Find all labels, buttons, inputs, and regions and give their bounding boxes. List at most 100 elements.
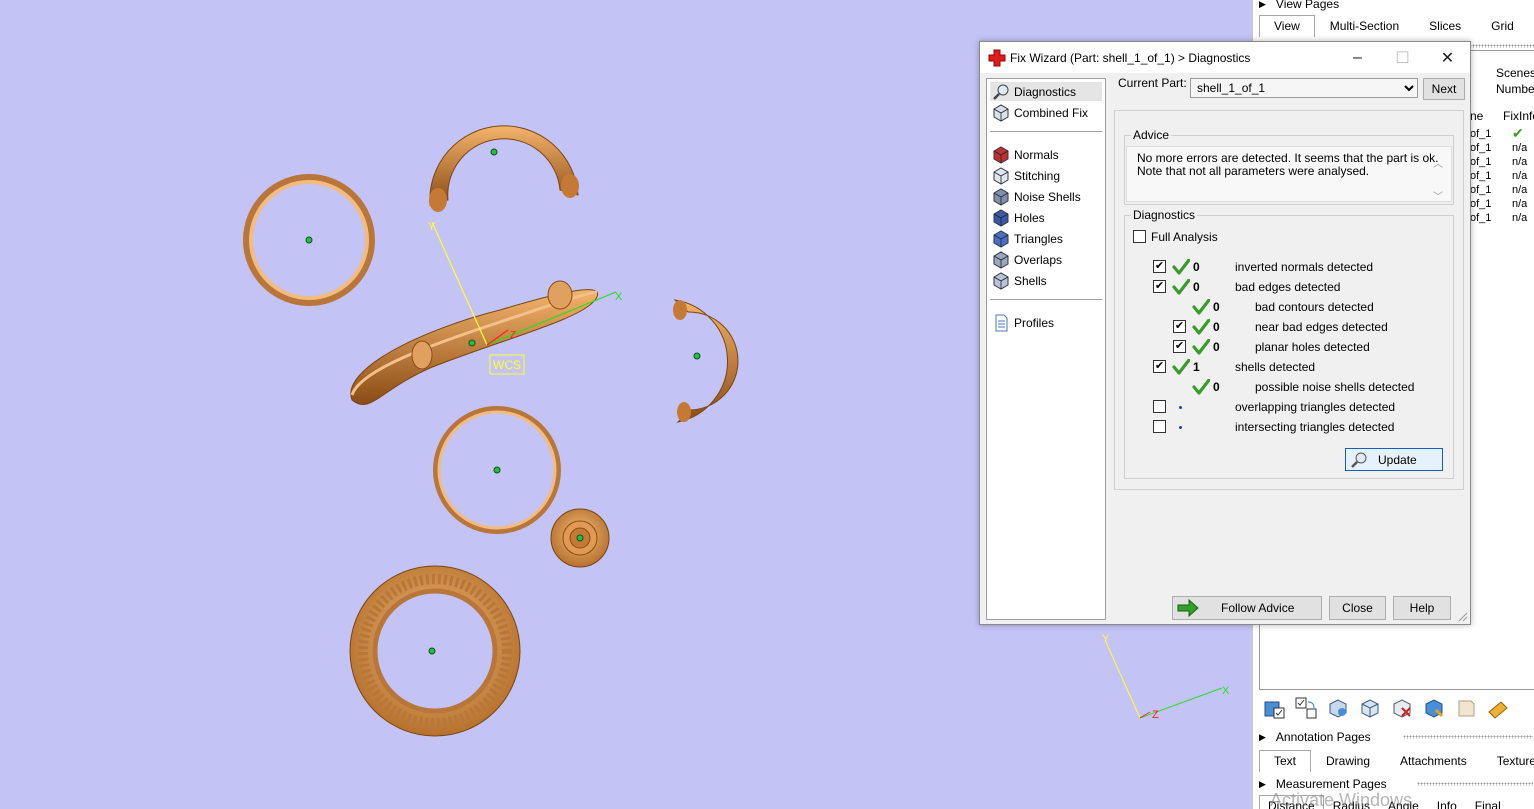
close-button[interactable]: Close	[1329, 596, 1386, 620]
diagnostic-checkbox[interactable]: ✔	[1153, 280, 1166, 293]
magnifier-icon	[992, 83, 1010, 101]
nav-item-label: Combined Fix	[1014, 105, 1089, 120]
view-pages-label: View Pages	[1275, 0, 1340, 11]
diagnostic-label: near bad edges detected	[1255, 320, 1388, 334]
part-row-name[interactable]: of_1	[1470, 212, 1491, 224]
tab-drawing[interactable]: Drawing	[1311, 750, 1385, 772]
resize-grip-icon[interactable]	[1458, 612, 1468, 622]
follow-advice-button[interactable]: Follow Advice	[1172, 596, 1322, 620]
tab-final-part[interactable]: Final Part	[1466, 795, 1534, 809]
shells-cube-icon[interactable]	[1357, 695, 1383, 721]
tab-text[interactable]: Text	[1259, 750, 1312, 772]
nav-item-normals[interactable]: Normals	[990, 145, 1102, 164]
diagnostic-checkbox[interactable]: ✔	[1153, 260, 1166, 273]
advice-title: Advice	[1131, 128, 1172, 142]
nav-item-label: Stitching	[1014, 168, 1061, 183]
nav-item-combined-fix[interactable]: Combined Fix	[990, 103, 1102, 122]
advice-line-1: No more errors are detected. It seems th…	[1137, 151, 1439, 165]
view-pages-header[interactable]: ▶ View Pages	[1259, 0, 1339, 12]
diagnostic-label: intersecting triangles detected	[1235, 420, 1395, 434]
tab-textures[interactable]: Textures	[1482, 750, 1534, 772]
parts-cube-icon[interactable]	[1325, 695, 1351, 721]
tab-multi-section[interactable]: Multi-Section	[1315, 15, 1414, 37]
close-window-button[interactable]: ✕	[1425, 42, 1470, 73]
help-button[interactable]: Help	[1393, 596, 1451, 620]
part-small-disk[interactable]	[550, 508, 610, 568]
axis-x-label: X	[615, 291, 623, 303]
part-row-name[interactable]: of_1	[1470, 198, 1491, 210]
part-row-name[interactable]: of_1	[1470, 142, 1491, 154]
corner-axis-z-label: Z	[1152, 709, 1159, 721]
diagnostic-checkbox[interactable]	[1153, 420, 1166, 433]
dialog-titlebar[interactable]: Fix Wizard (Part: shell_1_of_1) > Diagno…	[980, 42, 1470, 73]
update-button[interactable]: Update	[1345, 448, 1443, 471]
collapse-triangle-icon[interactable]: ▶	[1259, 0, 1266, 10]
green-check-icon	[1192, 318, 1211, 335]
nav-item-triangles[interactable]: Triangles	[990, 229, 1102, 248]
advice-line-2: Note that not all parameters were analys…	[1137, 164, 1370, 178]
tab-grid[interactable]: Grid	[1476, 15, 1529, 37]
number-header: Number	[1496, 82, 1534, 96]
diagnostic-checkbox[interactable]: ✔	[1173, 320, 1186, 333]
toggle-selection-icon[interactable]	[1293, 695, 1319, 721]
tab-view[interactable]: View	[1259, 15, 1315, 37]
part-half-ring-right[interactable]	[673, 299, 739, 423]
select-parts-icon[interactable]	[1261, 695, 1287, 721]
nav-item-label: Normals	[1014, 147, 1059, 162]
part-ring-middle[interactable]	[433, 406, 561, 534]
fix-wizard-nav: Diagnostics Combined Fix Normals Stitching…	[986, 78, 1106, 620]
holes-cube-icon	[992, 208, 1010, 227]
next-button[interactable]: Next	[1423, 78, 1465, 100]
name-header: ne	[1470, 109, 1484, 123]
tab-info[interactable]: Info	[1428, 795, 1466, 809]
collapse-triangle-icon[interactable]: ▶	[1259, 779, 1266, 790]
nav-item-holes[interactable]: Holes	[990, 208, 1102, 227]
part-row-name[interactable]: of_1	[1470, 184, 1491, 196]
diagnostic-checkbox[interactable]: ✔	[1153, 360, 1166, 373]
axis-y-label: Y	[428, 221, 436, 233]
nav-item-profiles[interactable]: Profiles	[990, 313, 1102, 332]
part-row-name[interactable]: of_1	[1470, 156, 1491, 168]
follow-advice-label: Follow Advice	[1221, 601, 1295, 615]
diagnostic-checkbox[interactable]	[1153, 400, 1166, 413]
highlight-part-icon[interactable]	[1421, 695, 1447, 721]
green-check-icon	[1192, 378, 1211, 395]
measure-icon[interactable]	[1485, 695, 1511, 721]
green-check-icon	[1172, 258, 1191, 275]
maximize-button[interactable]: ☐	[1380, 42, 1425, 73]
scroll-down-icon[interactable]: ﹀	[1433, 188, 1443, 203]
part-row-fixinfo: n/a	[1512, 212, 1528, 224]
nav-item-diagnostics[interactable]: Diagnostics	[990, 82, 1102, 101]
annotation-icon[interactable]	[1453, 695, 1479, 721]
tab-attachments[interactable]: Attachments	[1385, 750, 1482, 772]
part-row-fixinfo: ✔	[1512, 125, 1524, 141]
measurement-pages-label: Measurement Pages	[1275, 777, 1387, 791]
part-row-name[interactable]: of_1	[1470, 128, 1491, 140]
fixinfo-header: FixInfo	[1503, 109, 1534, 123]
nav-item-noise-shells[interactable]: Noise Shells	[990, 187, 1102, 206]
minimize-button[interactable]: –	[1335, 42, 1380, 73]
part-row-name[interactable]: of_1	[1470, 170, 1491, 182]
diagnostic-checkbox[interactable]: ✔	[1173, 340, 1186, 353]
part-half-ring-top[interactable]	[429, 125, 579, 212]
full-analysis-checkbox[interactable]	[1133, 230, 1146, 243]
cube-icon	[992, 103, 1010, 122]
fix-wizard-cross-icon	[988, 49, 1006, 66]
current-part-select[interactable]: shell_1_of_1	[1190, 78, 1418, 98]
part-tilted-band[interactable]	[350, 280, 598, 405]
scroll-up-icon[interactable]: ︿	[1433, 155, 1443, 170]
nav-item-shells[interactable]: Shells	[990, 271, 1102, 290]
delete-part-icon[interactable]	[1389, 695, 1415, 721]
annotation-pages-header[interactable]: ▶ Annotation Pages	[1259, 729, 1371, 745]
splitter[interactable]	[1403, 735, 1533, 739]
collapse-triangle-icon[interactable]: ▶	[1259, 732, 1266, 743]
advice-scrollbar[interactable]: ︿ ﹀	[1431, 155, 1445, 203]
part-ring-left[interactable]	[243, 174, 375, 306]
diagnostic-count: 0	[1193, 260, 1200, 274]
nav-item-stitching[interactable]: Stitching	[990, 166, 1102, 185]
tab-slices[interactable]: Slices	[1414, 15, 1476, 37]
part-studded-ring[interactable]	[349, 565, 521, 737]
nav-separator	[990, 131, 1102, 132]
splitter[interactable]	[1417, 782, 1533, 786]
nav-item-overlaps[interactable]: Overlaps	[990, 250, 1102, 269]
